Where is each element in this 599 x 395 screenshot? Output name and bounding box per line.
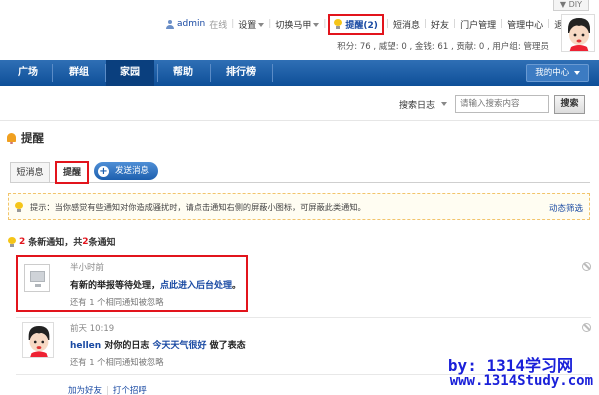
notice-time: 前天 10:19 (70, 324, 115, 334)
my-center-menu[interactable]: 我的中心 (526, 64, 589, 82)
nav-item-groups[interactable]: 群组 (56, 60, 102, 86)
username-link[interactable]: admin (177, 19, 209, 29)
divider (16, 317, 591, 318)
nav-item-home[interactable]: 家园 (106, 60, 154, 86)
new-count-label: 条新通知，共 (28, 238, 83, 248)
notice-thumbnail (24, 264, 50, 292)
divider (272, 64, 273, 82)
page-heading: 提醒 (6, 130, 44, 146)
chevron-down-icon (258, 23, 265, 27)
notice-actions: 加为好友 | 打个招呼 (68, 384, 147, 395)
user-icon (166, 19, 174, 29)
tab-short-messages[interactable]: 短消息 (10, 162, 50, 183)
block-icon[interactable] (582, 262, 591, 271)
search-bar: 搜索日志 搜索 (399, 94, 585, 114)
search-input[interactable] (455, 95, 549, 113)
diy-caret: ▼ (559, 0, 569, 9)
tip-text: 提示：当你感觉有些通知对你造成骚扰时，请点击通知右侧的屏蔽小图标，可屏蔽此类通知… (30, 201, 366, 212)
watermark-line-2: www.1314Study.com (449, 373, 593, 389)
notice-message: hellen 对你的日志 今天天气很好 做了表态 (70, 341, 246, 351)
portal-manage-link[interactable]: 门户管理 (456, 18, 500, 31)
say-hello-link[interactable]: 打个招呼 (113, 386, 147, 395)
divider (210, 64, 211, 82)
avatar-image (23, 323, 53, 357)
notice-message: 有新的举报等待处理，点此进入后台处理。 (70, 281, 242, 291)
nav-item-help[interactable]: 帮助 (160, 60, 206, 86)
ignored-notice-info[interactable]: 还有 1 个相同通知被忽略 (70, 296, 164, 308)
notice-time: 半小时前 (70, 263, 105, 273)
switch-vest-menu[interactable]: 切换马甲 (271, 18, 323, 31)
manage-center-link[interactable]: 管理中心 (503, 18, 547, 31)
search-scope-select[interactable]: 搜索日志 (399, 98, 435, 111)
chevron-down-icon (313, 23, 320, 27)
search-button[interactable]: 搜索 (554, 94, 585, 114)
divider (52, 64, 53, 82)
chevron-down-icon[interactable] (441, 102, 447, 106)
diy-button[interactable]: ▼ DIY (552, 0, 589, 11)
add-friend-link[interactable]: 加为好友 (68, 386, 102, 395)
filter-link[interactable]: 动态筛选 (549, 202, 583, 214)
divider: | (106, 386, 109, 395)
lightbulb-icon (8, 236, 16, 247)
page-title: 提醒 (21, 131, 44, 145)
notice-count: 2 条新通知，共 2 条通知 (8, 235, 116, 248)
main-nav: 广场 群组 家园 帮助 排行榜 我的中心 (0, 60, 599, 86)
tab-reminders[interactable]: 提醒 (55, 161, 89, 184)
online-status: 在线 (209, 20, 228, 31)
ignored-notice-info[interactable]: 还有 1 个相同通知被忽略 (70, 356, 164, 368)
divider: | (323, 19, 327, 29)
bell-icon (6, 132, 17, 144)
avatar[interactable] (561, 14, 595, 52)
top-bar: ▼ DIY admin 在线 | 设置 | 切换马甲 | 提醒(2) | 短消息… (0, 0, 599, 55)
chevron-down-icon (574, 70, 580, 75)
nav-item-rankings[interactable]: 排行榜 (214, 60, 268, 86)
plus-icon: + (98, 165, 109, 177)
short-messages-link[interactable]: 短消息 (389, 18, 424, 31)
friends-link[interactable]: 好友 (427, 18, 453, 31)
user-link[interactable]: hellen (70, 341, 101, 351)
new-count: 2 (19, 236, 26, 247)
lightbulb-icon (334, 19, 343, 29)
divider (157, 64, 158, 82)
tip-box: 提示：当你感觉有些通知对你造成骚扰时，请点击通知右侧的屏蔽小图标，可屏蔽此类通知… (8, 193, 590, 220)
monitor-icon (30, 271, 45, 287)
nav-item-square[interactable]: 广场 (8, 60, 48, 86)
blog-link[interactable]: 今天天气很好 (153, 341, 207, 351)
user-toolbar: admin 在线 | 设置 | 切换马甲 | 提醒(2) | 短消息 | 好友 … (166, 13, 576, 35)
divider (0, 120, 599, 121)
avatar[interactable] (22, 322, 54, 358)
reminders-link[interactable]: 提醒(2) (328, 13, 384, 35)
avatar-image (562, 15, 594, 51)
total-count-label: 条通知 (88, 238, 116, 248)
send-message-button[interactable]: + 发送消息 (94, 162, 159, 180)
block-icon[interactable] (582, 323, 591, 332)
tab-bar: 短消息 提醒 + 发送消息 (10, 161, 590, 184)
settings-menu[interactable]: 设置 (234, 18, 268, 31)
admin-process-link[interactable]: 点此进入后台处理 (160, 281, 232, 291)
user-stats: 积分: 76 , 威望: 0 , 金钱: 61 , 贡献: 0 , 用户组: 管… (337, 42, 549, 52)
lightbulb-icon (15, 201, 23, 212)
